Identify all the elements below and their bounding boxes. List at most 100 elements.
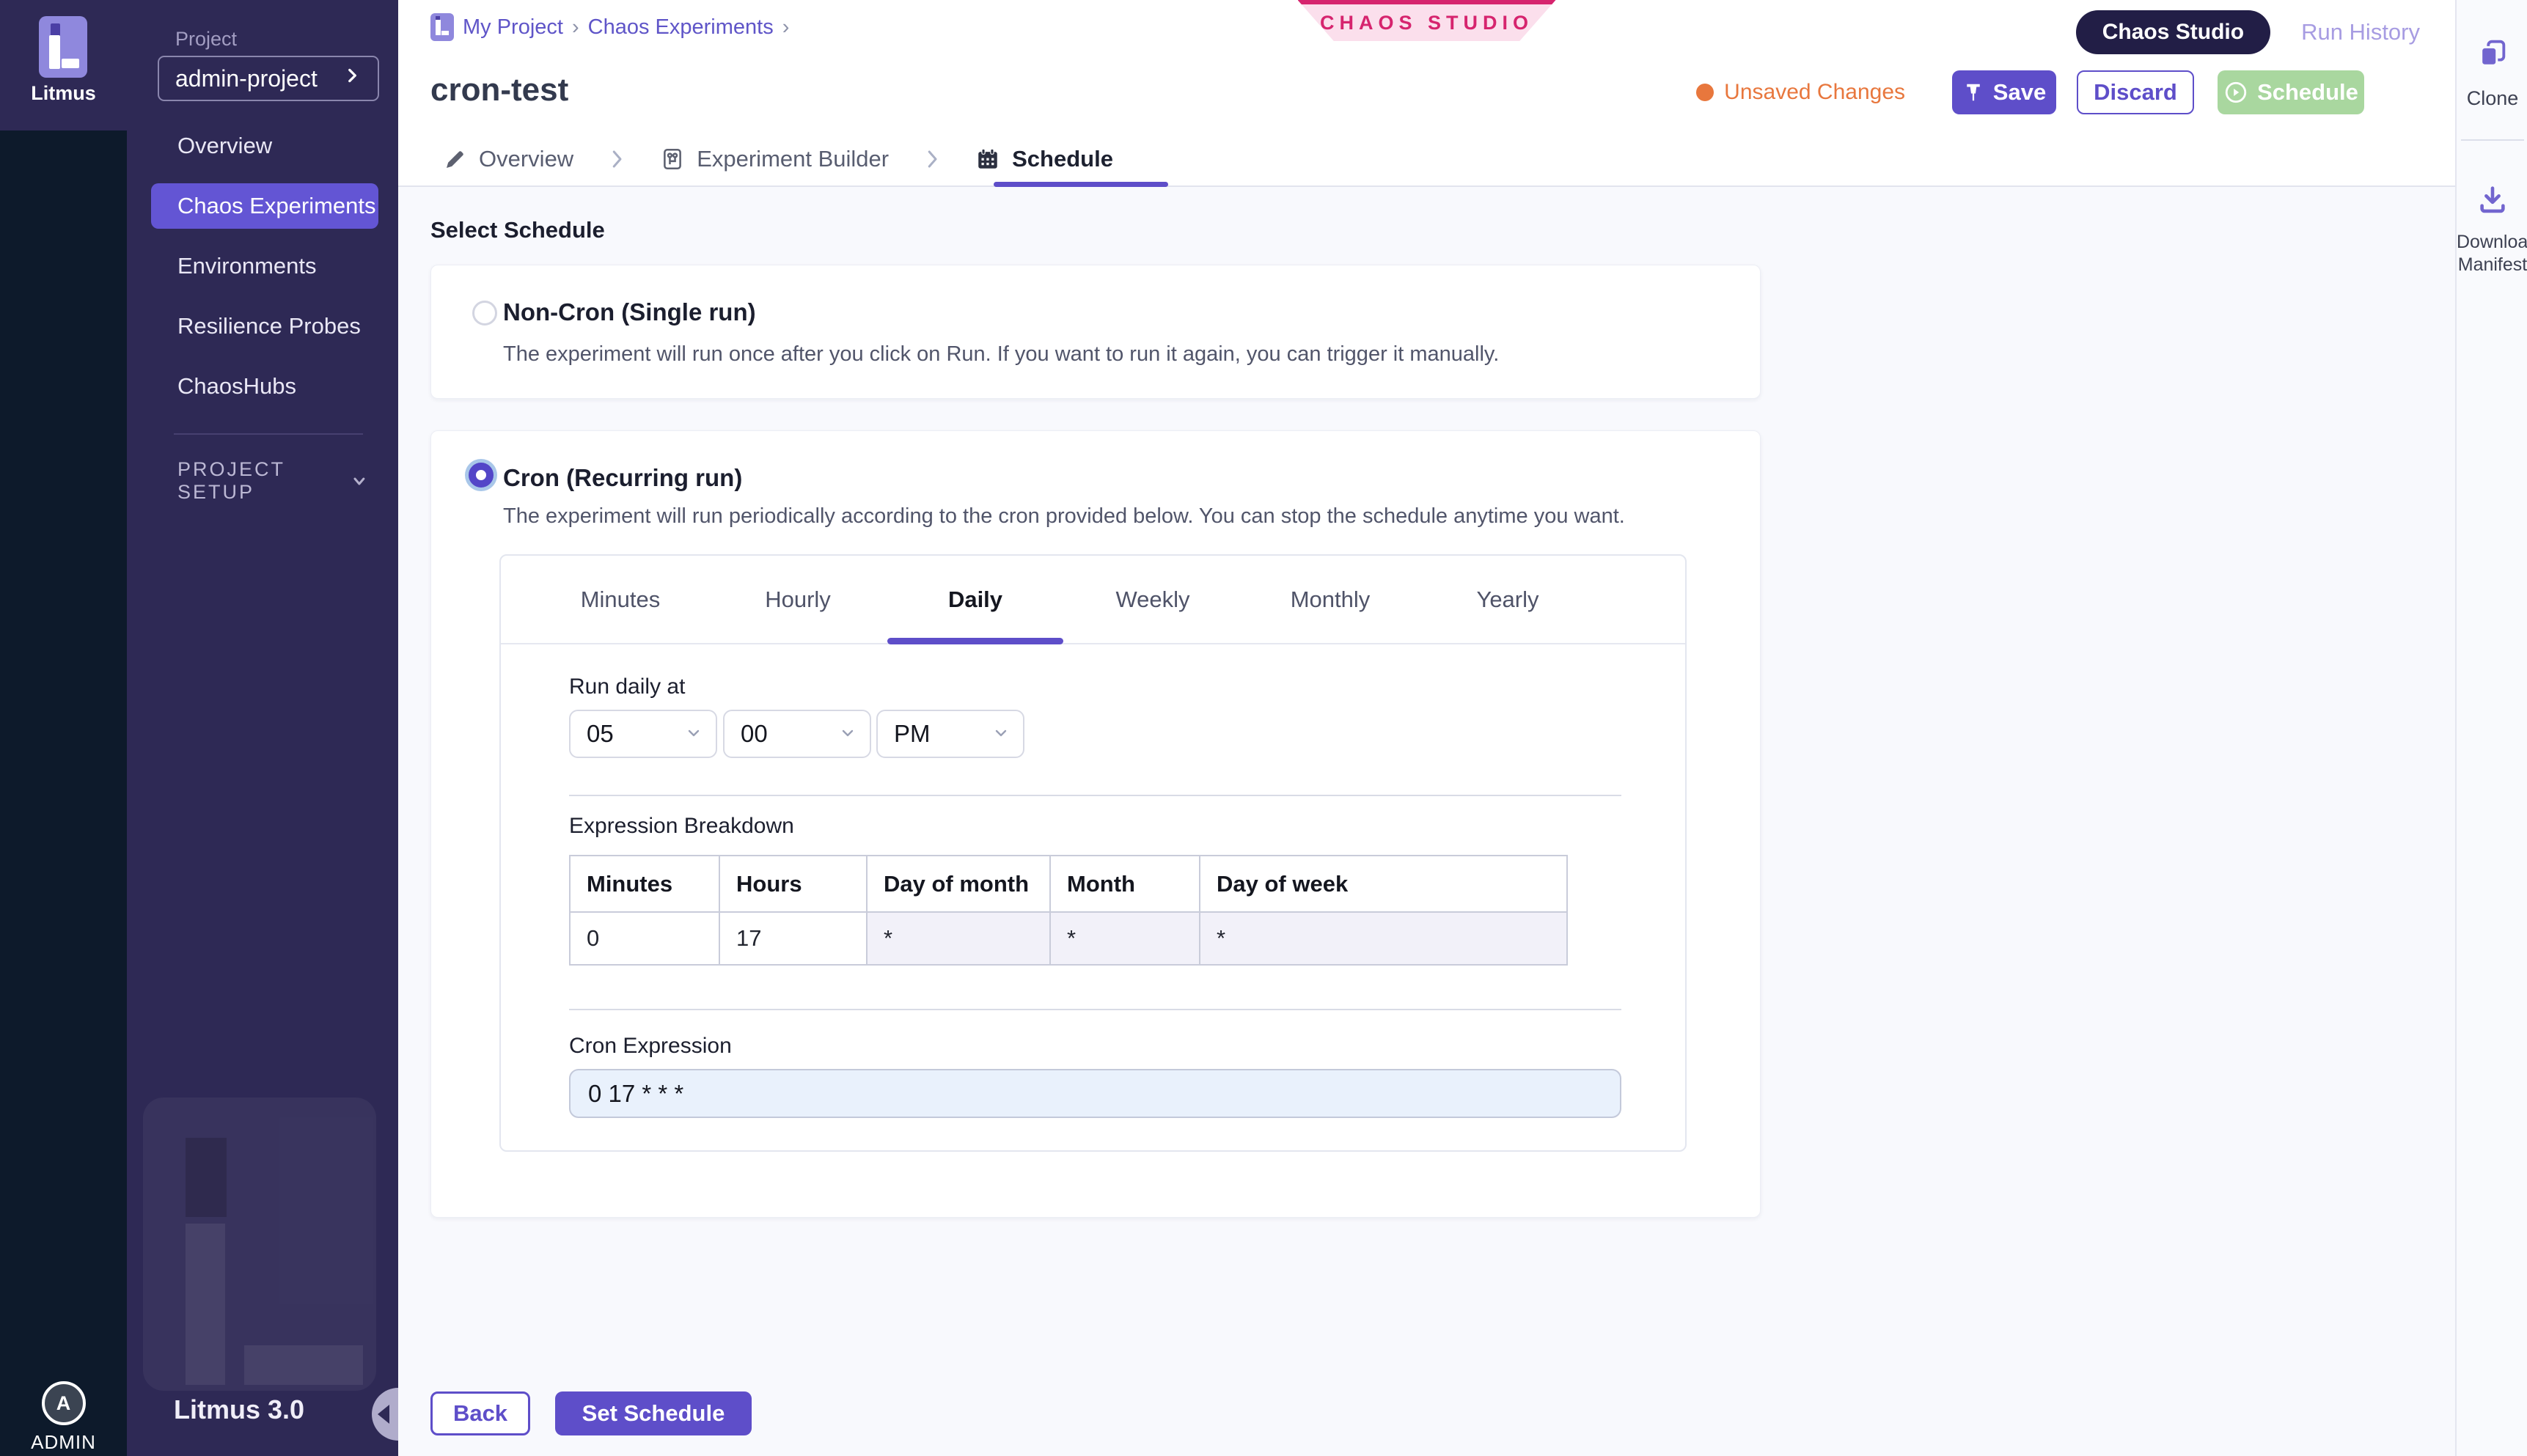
meridiem-select[interactable]: PM xyxy=(876,710,1024,758)
rail-divider xyxy=(2461,139,2524,141)
page-header: My Project › Chaos Experiments › CHAOS S… xyxy=(398,0,2455,187)
sidebar-item-environments[interactable]: Environments xyxy=(151,243,378,289)
save-button[interactable]: Save xyxy=(1952,70,2056,114)
chevron-right-icon xyxy=(342,65,362,92)
sidebar-item-chaos-experiments[interactable]: Chaos Experiments xyxy=(151,183,378,229)
non-cron-option-card: Non-Cron (Single run) The experiment wil… xyxy=(430,265,1761,399)
sidebar-item-resilience-probes[interactable]: Resilience Probes xyxy=(151,304,378,349)
chevron-down-icon xyxy=(685,720,703,748)
footer-actions: Back Set Schedule xyxy=(430,1391,752,1435)
tab-schedule[interactable]: Schedule xyxy=(975,146,1113,172)
table-value-row: 0 17 * * * xyxy=(570,912,1567,965)
breadcrumb-my-project[interactable]: My Project xyxy=(463,15,563,40)
set-schedule-button[interactable]: Set Schedule xyxy=(555,1391,752,1435)
active-cron-tab-underline xyxy=(887,638,1063,644)
download-icon xyxy=(2476,183,2509,217)
admin-block: A ADMIN xyxy=(0,1381,127,1454)
pencil-icon xyxy=(444,147,467,171)
page-title: cron-test xyxy=(430,72,568,109)
col-hours: Hours xyxy=(719,856,867,912)
litmus-mini-logo-icon xyxy=(430,13,454,41)
project-selector[interactable]: admin-project xyxy=(158,56,379,101)
cron-frequency-tabs: Minutes Hourly Daily Weekly Monthly Year… xyxy=(501,556,1685,644)
logo-hbar xyxy=(62,59,79,68)
cron-description: The experiment will run periodically acc… xyxy=(503,504,1625,529)
chevron-right-icon xyxy=(921,144,943,174)
cron-tab-weekly[interactable]: Weekly xyxy=(1064,587,1242,613)
minute-select[interactable]: 00 xyxy=(723,710,871,758)
cron-title: Cron (Recurring run) xyxy=(503,464,742,492)
project-label: Project xyxy=(175,28,237,51)
divider xyxy=(569,1009,1621,1010)
cron-tab-yearly[interactable]: Yearly xyxy=(1419,587,1596,613)
right-action-rail: Clone Download Manifest xyxy=(2455,0,2527,1456)
breadcrumb-chaos-experiments[interactable]: Chaos Experiments xyxy=(588,15,774,40)
builder-icon xyxy=(660,147,685,172)
col-month: Month xyxy=(1050,856,1200,912)
breadcrumb: My Project › Chaos Experiments › xyxy=(430,13,798,41)
project-setup-label: PROJECT SETUP xyxy=(177,458,330,504)
discard-button[interactable]: Discard xyxy=(2077,70,2194,114)
project-setup-section[interactable]: PROJECT SETUP xyxy=(177,458,368,504)
non-cron-radio[interactable] xyxy=(472,301,497,326)
studio-tabs: Overview Experiment Builder Schedule xyxy=(444,133,1113,185)
active-tab-underline xyxy=(994,182,1168,187)
cron-tab-daily[interactable]: Daily xyxy=(887,587,1064,613)
cron-tab-hourly[interactable]: Hourly xyxy=(709,587,887,613)
col-minutes: Minutes xyxy=(570,856,719,912)
unsaved-changes-status: Unsaved Changes xyxy=(1696,80,1905,105)
tab-experiment-builder[interactable]: Experiment Builder xyxy=(660,146,889,172)
sidebar: Project admin-project Overview Chaos Exp… xyxy=(127,0,398,1456)
run-daily-at-label: Run daily at xyxy=(569,674,685,699)
download-manifest-button[interactable]: Download Manifest xyxy=(2457,183,2527,276)
sidebar-item-overview[interactable]: Overview xyxy=(151,123,378,169)
cron-tab-minutes[interactable]: Minutes xyxy=(532,587,709,613)
toggle-run-history[interactable]: Run History xyxy=(2301,19,2420,45)
expression-breakdown-table: Minutes Hours Day of month Month Day of … xyxy=(569,855,1568,966)
view-toggle: Chaos Studio Run History xyxy=(2076,10,2420,54)
cron-tab-monthly[interactable]: Monthly xyxy=(1242,587,1419,613)
cron-expression-input[interactable]: 0 17 * * * xyxy=(569,1069,1621,1118)
value-month: * xyxy=(1050,912,1200,965)
non-cron-title: Non-Cron (Single run) xyxy=(503,298,756,326)
select-schedule-heading: Select Schedule xyxy=(430,217,605,243)
version-label: Litmus 3.0 xyxy=(174,1394,304,1425)
chevron-down-icon xyxy=(351,470,368,492)
cron-expression-label: Cron Expression xyxy=(569,1034,732,1059)
value-day-of-month: * xyxy=(867,912,1050,965)
project-name: admin-project xyxy=(175,65,318,92)
left-icon-rail: Litmus A ADMIN xyxy=(0,0,127,1456)
chevron-down-icon xyxy=(992,720,1010,748)
hour-select[interactable]: 05 xyxy=(569,710,717,758)
value-hours: 17 xyxy=(719,912,867,965)
toggle-chaos-studio[interactable]: Chaos Studio xyxy=(2076,10,2270,54)
litmus-watermark xyxy=(143,1097,376,1391)
col-day-of-month: Day of month xyxy=(867,856,1050,912)
sidebar-divider xyxy=(174,433,363,435)
divider xyxy=(569,795,1621,796)
avatar[interactable]: A xyxy=(42,1381,86,1425)
chaos-studio-ribbon: CHAOS STUDIO xyxy=(1298,0,1556,41)
back-button[interactable]: Back xyxy=(430,1391,530,1435)
sidebar-item-chaoshubs[interactable]: ChaosHubs xyxy=(151,364,378,409)
breadcrumb-separator: › xyxy=(782,15,790,40)
expression-breakdown-label: Expression Breakdown xyxy=(569,814,794,839)
chevron-down-icon xyxy=(839,720,857,748)
non-cron-description: The experiment will run once after you c… xyxy=(503,342,1499,367)
logo-vbar xyxy=(49,35,60,69)
pin-icon xyxy=(1962,81,1984,103)
litmus-logo-icon[interactable] xyxy=(39,16,87,78)
clone-button[interactable]: Clone xyxy=(2457,37,2527,110)
play-circle-icon xyxy=(2223,80,2248,105)
brand-name: Litmus xyxy=(0,82,127,105)
cron-builder-panel: Minutes Hourly Daily Weekly Monthly Year… xyxy=(499,554,1687,1152)
cron-radio[interactable] xyxy=(469,463,494,488)
app-root: Litmus A ADMIN Project admin-project Ove… xyxy=(0,0,2527,1456)
tab-overview[interactable]: Overview xyxy=(444,146,573,172)
schedule-button[interactable]: Schedule xyxy=(2218,70,2364,114)
chevron-right-icon xyxy=(606,144,628,174)
breadcrumb-separator: › xyxy=(572,15,579,40)
rail-top: Litmus xyxy=(0,0,127,130)
unsaved-dot-icon xyxy=(1696,84,1714,101)
triangle-left-icon xyxy=(378,1405,389,1424)
